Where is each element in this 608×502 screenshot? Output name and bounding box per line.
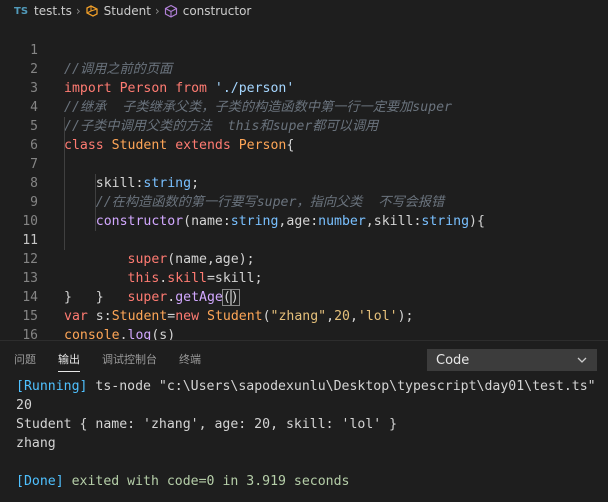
running-tag: [Running] (16, 379, 88, 394)
output-line: 20 (16, 398, 32, 413)
code-line[interactable]: 8 constructor(name:string,age:number,ski… (0, 155, 608, 229)
output-line-running: [Running] ts-node "c:\Users\sapodexunlu\… (16, 377, 596, 396)
typescript-file-icon: TS (14, 5, 29, 17)
tab-debug-console[interactable]: 调试控制台 (102, 351, 157, 372)
code-line[interactable]: 12 } (0, 231, 608, 305)
breadcrumb: TS test.ts › Student › constructor (0, 0, 608, 22)
code-line[interactable]: 9 super(name,age); (0, 174, 608, 267)
indent-guide (64, 193, 65, 212)
code-line[interactable]: 13 } (0, 250, 608, 305)
indent-guide (95, 212, 96, 231)
code-line[interactable]: 1 //调用之前的页面 (0, 22, 608, 77)
indent-guide (95, 174, 96, 193)
code-line-current[interactable]: 11 super.getAge() (0, 212, 608, 306)
chevron-right-icon: › (154, 4, 160, 18)
output-channel-value: Code (436, 352, 470, 368)
panel-tabs: 问题 输出 调试控制台 终端 (14, 351, 201, 372)
method-cube-icon (164, 4, 177, 18)
class-icon (86, 5, 98, 17)
breadcrumb-member[interactable]: constructor (183, 4, 252, 18)
code-line[interactable]: 6 skill:string; (0, 117, 608, 191)
indent-guide (64, 117, 65, 136)
output-line: zhang (16, 436, 56, 451)
code-line[interactable]: 7 //在构造函数的第一行要写super，指向父类 不写会报错 (0, 136, 608, 210)
code-line[interactable]: 3 //继承 子类继承父类，子类的构造函数中第一行一定要加super (0, 60, 608, 115)
code-editor[interactable]: 1 //调用之前的页面 2 import Person from './pers… (0, 22, 608, 362)
indent-guide (64, 174, 65, 193)
run-duration: 3.919 (246, 474, 286, 489)
done-text: in (214, 474, 247, 489)
output-line: Student { name: 'zhang', age: 20, skill:… (16, 417, 398, 432)
code-line[interactable]: 16 s.getName() (0, 307, 608, 362)
code-line[interactable]: 14 var s:Student=new Student("zhang",20,… (0, 269, 608, 324)
output-line-done: [Done] exited with code=0 in 3.919 secon… (16, 472, 350, 491)
code-line[interactable]: 4 //子类中调用父类的方法 this和super都可以调用 (0, 79, 608, 134)
chevron-right-icon: › (75, 4, 81, 18)
breadcrumb-file[interactable]: test.ts (34, 4, 72, 18)
code-line[interactable]: 15 console.log(s) (0, 288, 608, 343)
output-channel-select[interactable]: Code (427, 349, 597, 371)
code-line[interactable]: 10 this.skill=skill; (0, 193, 608, 286)
tab-output[interactable]: 输出 (58, 351, 80, 372)
exit-code: code=0 (166, 474, 215, 489)
indent-guide (95, 193, 96, 212)
code-line[interactable]: 5 class Student extends Person{ (0, 98, 608, 153)
output-panel: 问题 输出 调试控制台 终端 Code [Running] ts-node "c… (0, 340, 608, 502)
code-line[interactable]: 2 import Person from './person' (0, 41, 608, 96)
editor-window: TS test.ts › Student › constructor 1 //调… (0, 0, 608, 502)
tab-problems[interactable]: 问题 (14, 351, 36, 372)
indent-guide (64, 212, 65, 231)
indent-guide (64, 231, 65, 250)
chevron-down-icon (577, 357, 587, 363)
tab-terminal[interactable]: 终端 (179, 351, 201, 372)
done-tag: [Done] (16, 474, 64, 489)
running-command: ts-node "c:\Users\sapodexunlu\Desktop\ty… (87, 379, 596, 394)
indent-guide (64, 136, 65, 155)
breadcrumb-class[interactable]: Student (104, 4, 151, 18)
indent-guide (64, 155, 65, 174)
done-text: exited with (63, 474, 167, 489)
done-text: seconds (285, 474, 350, 489)
